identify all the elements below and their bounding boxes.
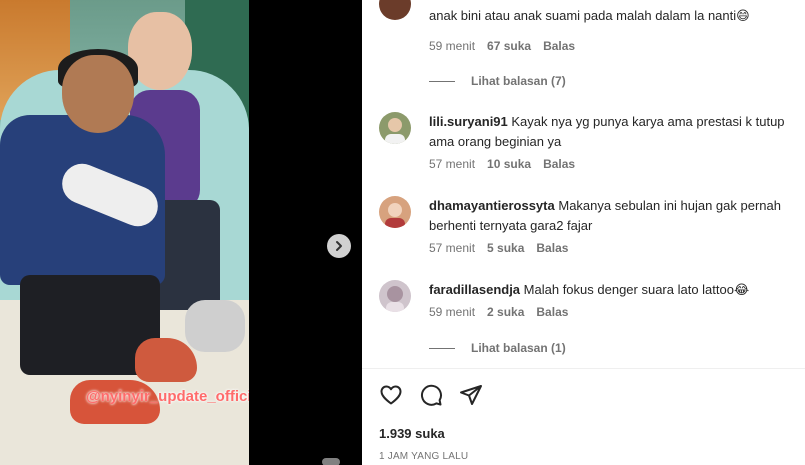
avatar-image — [379, 112, 411, 144]
carousel-indicator — [322, 458, 340, 465]
comment-likes[interactable]: 10 suka — [487, 157, 531, 171]
avatar-image — [379, 196, 411, 228]
comment-likes[interactable]: 67 suka — [487, 39, 531, 53]
avatar[interactable] — [379, 196, 411, 228]
share-icon[interactable] — [459, 383, 483, 407]
comment-time: 59 menit — [429, 305, 476, 319]
reply-button[interactable]: Balas — [543, 39, 575, 53]
comment-text: lili.suryani91 Kayak nya yg punya karya … — [429, 114, 785, 149]
next-media-button[interactable] — [327, 234, 351, 258]
comment-likes[interactable]: 2 suka — [487, 305, 524, 319]
comment-icon[interactable] — [419, 383, 443, 407]
reply-button[interactable]: Balas — [536, 305, 568, 319]
like-count[interactable]: 1.939 suka — [379, 426, 445, 441]
view-replies-button[interactable]: Lihat balasan (7) — [429, 74, 566, 88]
reply-button[interactable]: Balas — [543, 157, 575, 171]
comment-username[interactable]: faradillasendja — [429, 282, 520, 297]
reply-button[interactable]: Balas — [536, 241, 568, 255]
comment-meta: 57 menit 10 suka Balas — [429, 157, 575, 171]
comment-text: dhamayantierossyta Makanya sebulan ini h… — [429, 198, 781, 233]
comments-panel: anak bini atau anak suami pada malah dal… — [362, 0, 805, 465]
boy-figure — [0, 49, 170, 385]
comment-username[interactable]: lili.suryani91 — [429, 114, 508, 129]
post-actions: 1.939 suka 1 JAM YANG LALU — [362, 368, 805, 465]
comment-likes[interactable]: 5 suka — [487, 241, 524, 255]
comment-text: anak bini atau anak suami pada malah dal… — [429, 8, 750, 23]
comment-username[interactable]: dhamayantierossyta — [429, 198, 555, 213]
avatar[interactable] — [379, 0, 411, 20]
video-frame[interactable]: @nyinyir_update_official — [0, 0, 249, 465]
action-icons — [379, 383, 483, 407]
heart-icon[interactable] — [379, 383, 403, 407]
chevron-right-icon — [336, 241, 342, 251]
post-media: @nyinyir_update_official — [0, 0, 362, 465]
avatar[interactable] — [379, 112, 411, 144]
divider — [429, 80, 455, 82]
comment-meta: 57 menit 5 suka Balas — [429, 241, 568, 255]
comment-meta: 59 menit 2 suka Balas — [429, 305, 568, 319]
comment-meta: 59 menit 67 suka Balas — [429, 39, 575, 53]
watermark-text: @nyinyir_update_official — [86, 388, 249, 405]
post-timestamp[interactable]: 1 JAM YANG LALU — [379, 451, 468, 462]
avatar-image — [379, 280, 411, 312]
comment-text: faradillasendja Malah fokus denger suara… — [429, 282, 750, 297]
avatar[interactable] — [379, 280, 411, 312]
view-replies-button[interactable]: Lihat balasan (1) — [429, 341, 566, 355]
comment-time: 59 menit — [429, 39, 476, 53]
comment-time: 57 menit — [429, 241, 476, 255]
comment-time: 57 menit — [429, 157, 476, 171]
divider — [429, 347, 455, 349]
comment-list[interactable]: anak bini atau anak suami pada malah dal… — [362, 0, 805, 368]
